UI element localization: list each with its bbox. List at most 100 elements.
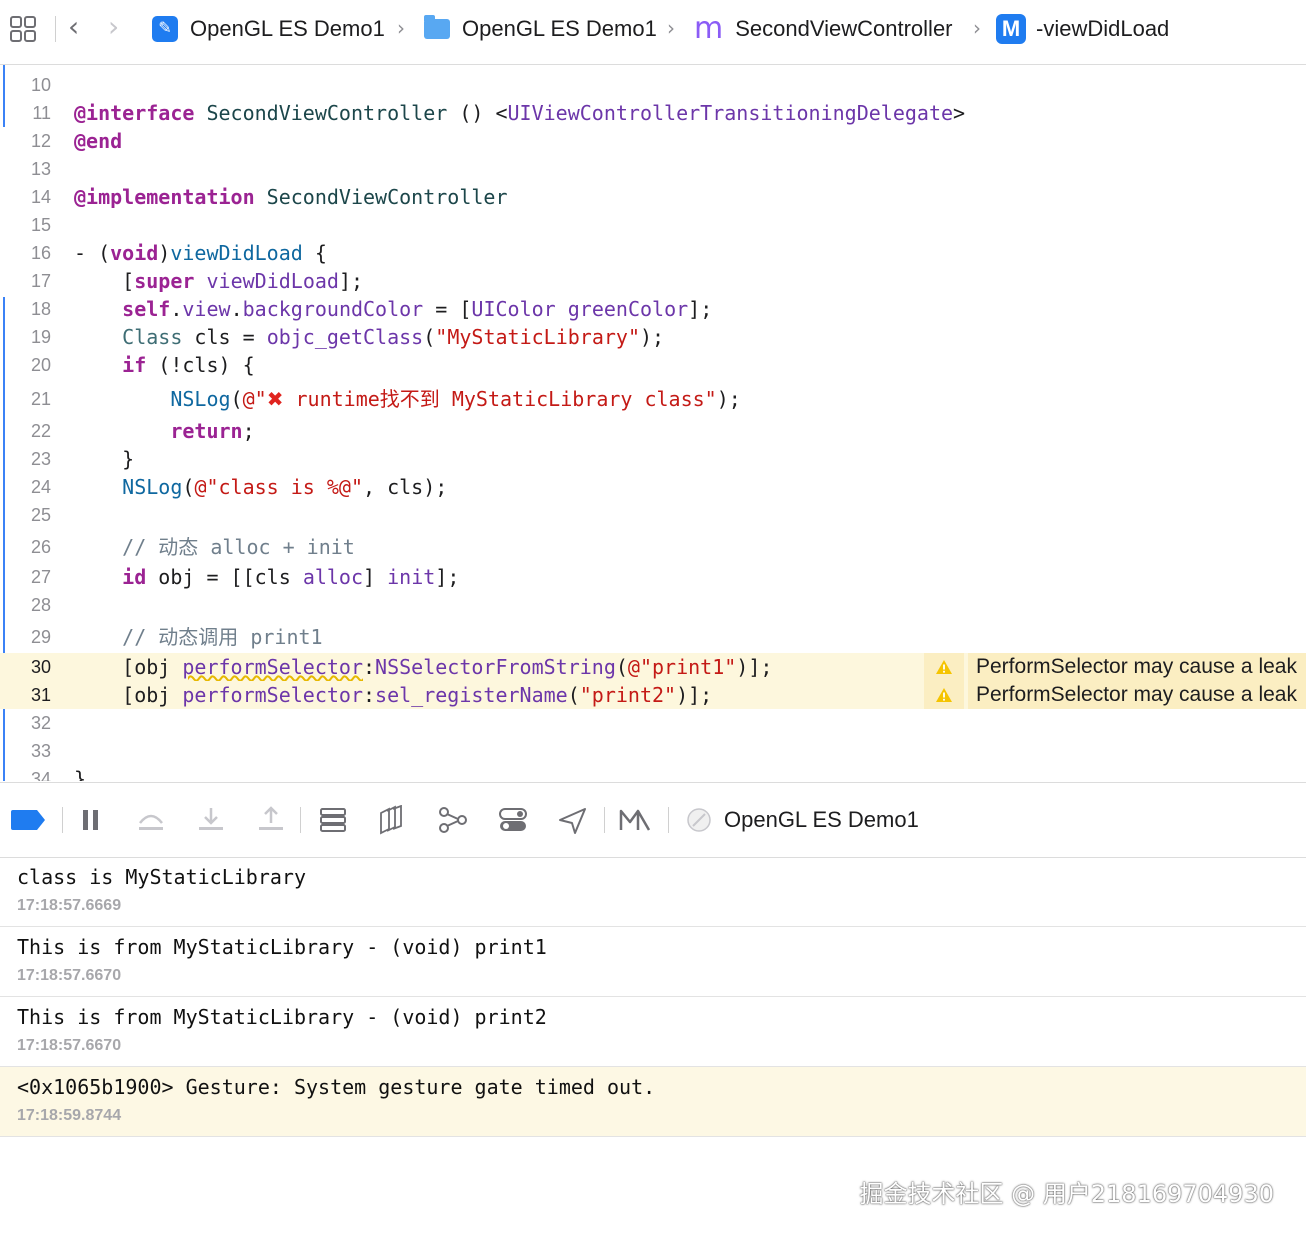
- breadcrumb-method[interactable]: M -viewDidLoad: [996, 14, 1169, 44]
- source-editor[interactable]: 10 11 @interface SecondViewController ()…: [0, 65, 1306, 781]
- breadcrumb-chevron-icon: ›: [973, 16, 981, 40]
- log-entry-warning[interactable]: <0x1065b1900> Gesture: System gesture ga…: [0, 1067, 1306, 1137]
- debug-bar: OpenGL ES Demo1: [0, 782, 1306, 858]
- code-text: if (!cls) {: [122, 353, 255, 377]
- code-line[interactable]: 27 id obj = [[cls alloc] init];: [0, 563, 1306, 591]
- pause-icon[interactable]: [74, 805, 108, 835]
- log-entry[interactable]: This is from MyStaticLibrary - (void) pr…: [0, 997, 1306, 1067]
- code-line[interactable]: 11 @interface SecondViewController () <U…: [0, 99, 1306, 127]
- code-text: self.view.backgroundColor = [UIColor gre…: [122, 297, 713, 321]
- log-timestamp: 17:18:59.8744: [17, 1107, 122, 1124]
- line-number: 18: [30, 299, 51, 319]
- warning-annotation[interactable]: PerformSelector may cause a leak: [924, 653, 1306, 681]
- breakpoints-toggle-icon[interactable]: [10, 805, 48, 835]
- log-timestamp: 17:18:57.6670: [17, 967, 122, 984]
- breadcrumb-label: SecondViewController: [735, 16, 953, 41]
- code-line[interactable]: 32: [0, 709, 1306, 737]
- breadcrumb-project[interactable]: ✎ OpenGL ES Demo1: [152, 14, 385, 44]
- divider: [55, 16, 56, 42]
- log-message: This is from MyStaticLibrary - (void) pr…: [17, 935, 547, 959]
- line-number: 26: [30, 537, 51, 557]
- breadcrumb-file[interactable]: m SecondViewController: [694, 14, 953, 44]
- step-out-icon[interactable]: [254, 805, 288, 835]
- code-line[interactable]: 22 return;: [0, 417, 1306, 445]
- code-line[interactable]: 34 }: [0, 765, 1306, 781]
- line-number: 22: [30, 421, 51, 441]
- code-line[interactable]: 33: [0, 737, 1306, 765]
- code-line[interactable]: 14 @implementation SecondViewController: [0, 183, 1306, 211]
- code-line[interactable]: 20 if (!cls) {: [0, 351, 1306, 379]
- related-items-grid-icon[interactable]: [8, 14, 38, 44]
- jump-bar: ‹ › ✎ OpenGL ES Demo1 › OpenGL ES Demo1 …: [0, 0, 1306, 65]
- breadcrumb-chevron-icon: ›: [397, 16, 405, 40]
- m-file-icon: m: [694, 11, 724, 46]
- line-number: 10: [30, 75, 51, 95]
- view-hierarchy-icon[interactable]: [316, 805, 350, 835]
- warning-message: PerformSelector may cause a leak: [968, 653, 1306, 681]
- forward-chevron-icon[interactable]: ›: [108, 12, 119, 42]
- memory-graph-icon[interactable]: [436, 805, 470, 835]
- log-entry[interactable]: This is from MyStaticLibrary - (void) pr…: [0, 927, 1306, 997]
- metal-capture-icon[interactable]: [618, 805, 652, 835]
- code-text: Class cls = objc_getClass("MyStaticLibra…: [122, 325, 665, 349]
- line-number: 25: [30, 505, 51, 525]
- line-number: 32: [30, 713, 51, 733]
- code-line[interactable]: 25: [0, 501, 1306, 529]
- simulate-location-icon[interactable]: [556, 805, 590, 835]
- line-number: 33: [30, 741, 51, 761]
- line-number: 15: [30, 215, 51, 235]
- code-text: return;: [170, 419, 255, 443]
- app-process-icon: [687, 808, 711, 832]
- code-text: [obj performSelector:NSSelectorFromStrin…: [74, 655, 773, 679]
- method-icon: M: [996, 14, 1026, 44]
- code-text: [super viewDidLoad];: [74, 269, 364, 293]
- code-line[interactable]: 28: [0, 591, 1306, 619]
- code-line[interactable]: 10: [0, 71, 1306, 99]
- breadcrumb-group[interactable]: OpenGL ES Demo1: [424, 14, 657, 44]
- line-number: 20: [30, 355, 51, 375]
- log-entry[interactable]: class is MyStaticLibrary 17:18:57.6669: [0, 857, 1306, 927]
- watermark: 掘金技术社区 @ 用户218169704930: [859, 1180, 1275, 1208]
- divider: [300, 807, 301, 833]
- code-line-warning[interactable]: 31 [obj performSelector:sel_registerName…: [0, 681, 1306, 709]
- code-line[interactable]: 15: [0, 211, 1306, 239]
- code-line-warning[interactable]: 30 [obj performSelector:NSSelectorFromSt…: [0, 653, 1306, 681]
- warning-annotation[interactable]: PerformSelector may cause a leak: [924, 681, 1306, 709]
- code-line[interactable]: 23 }: [0, 445, 1306, 473]
- code-line[interactable]: 21 NSLog(@"✖ runtime找不到 MyStaticLibrary …: [0, 385, 1306, 413]
- line-number: 23: [30, 449, 51, 469]
- code-line[interactable]: 26 // 动态 alloc + init: [0, 533, 1306, 561]
- code-line[interactable]: 17 [super viewDidLoad];: [0, 267, 1306, 295]
- process-target[interactable]: OpenGL ES Demo1: [686, 805, 919, 835]
- step-over-icon[interactable]: [134, 805, 168, 835]
- code-line[interactable]: 16 - (void)viewDidLoad {: [0, 239, 1306, 267]
- line-number: 34: [30, 769, 51, 781]
- line-number: 16: [30, 243, 51, 263]
- step-into-icon[interactable]: [194, 805, 228, 835]
- code-line[interactable]: 13: [0, 155, 1306, 183]
- divider: [668, 807, 669, 833]
- line-number: 29: [30, 627, 51, 647]
- line-number: 12: [30, 131, 51, 151]
- debug-view-hierarchy-icon[interactable]: [376, 805, 410, 835]
- code-text: [obj performSelector:sel_registerName("p…: [74, 683, 713, 707]
- line-number: 30: [30, 657, 51, 677]
- xcode-project-icon: ✎: [152, 16, 178, 42]
- code-line[interactable]: 29 // 动态调用 print1: [0, 623, 1306, 651]
- code-line[interactable]: 24 NSLog(@"class is %@", cls);: [0, 473, 1306, 501]
- line-number: 11: [32, 103, 51, 123]
- code-line[interactable]: 12 @end: [0, 127, 1306, 155]
- line-number: 24: [30, 477, 51, 497]
- code-text: }: [74, 447, 135, 471]
- breadcrumb-label: -viewDidLoad: [1036, 16, 1170, 41]
- code-line[interactable]: 18 self.view.backgroundColor = [UIColor …: [0, 295, 1306, 323]
- code-comment: // 动态调用 print1: [74, 625, 323, 649]
- environment-overrides-icon[interactable]: [496, 805, 530, 835]
- console-output[interactable]: class is MyStaticLibrary 17:18:57.6669 T…: [0, 857, 1306, 1137]
- code-text: @implementation SecondViewController: [74, 185, 508, 209]
- line-number: 14: [30, 187, 51, 207]
- log-message: class is MyStaticLibrary: [17, 865, 306, 889]
- back-chevron-icon[interactable]: ‹: [68, 12, 79, 42]
- code-line[interactable]: 19 Class cls = objc_getClass("MyStaticLi…: [0, 323, 1306, 351]
- code-text: @interface SecondViewController () <UIVi…: [74, 101, 966, 125]
